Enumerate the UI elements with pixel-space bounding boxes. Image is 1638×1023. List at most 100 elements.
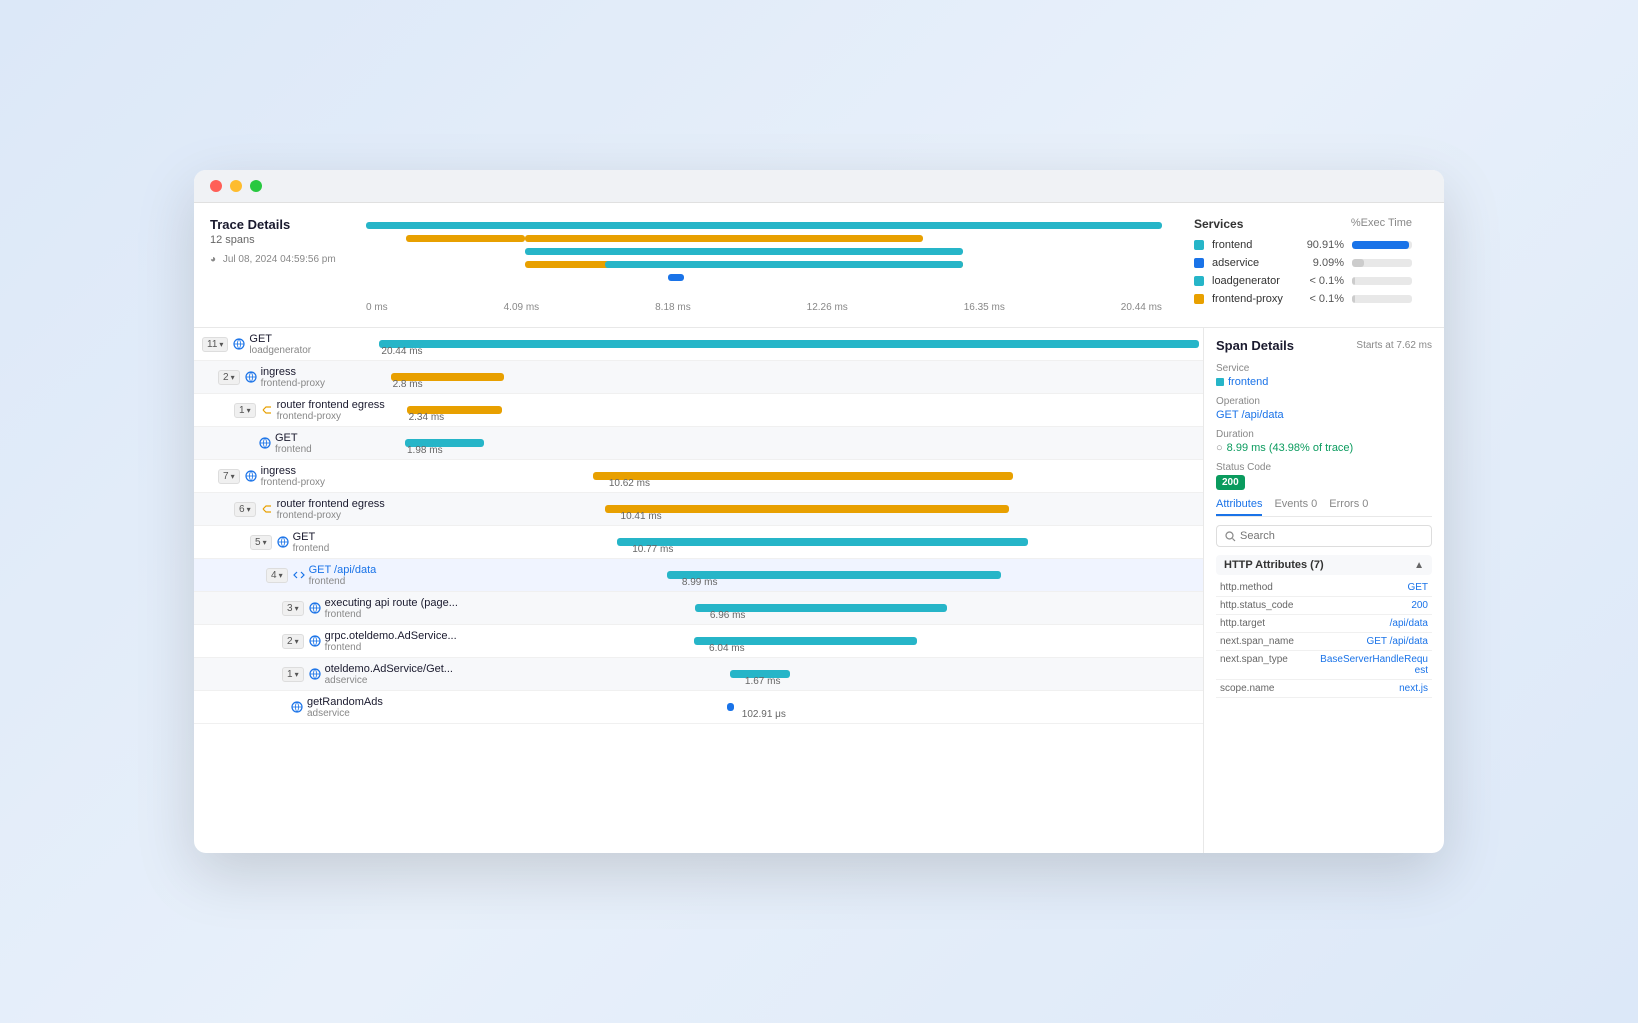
attr-row-method: http.method GET	[1216, 579, 1432, 597]
span-timeline-10: 6.04 ms	[457, 625, 1199, 657]
span-name-4: GET frontend	[275, 432, 405, 455]
attr-group-header[interactable]: HTTP Attributes (7) ▲	[1216, 555, 1432, 575]
service-pct-loadgenerator: < 0.1%	[1304, 275, 1344, 287]
service-name-loadgenerator: loadgenerator	[1212, 275, 1296, 287]
tab-events[interactable]: Events 0	[1274, 498, 1317, 516]
ov-bar-4	[525, 248, 963, 255]
span-row-12: getRandomAds adservice 102.91 μs	[194, 691, 1203, 724]
globe-icon-12	[290, 700, 304, 714]
span-starts-at: Starts at 7.62 ms	[1356, 340, 1432, 351]
span-bar-5	[593, 472, 1013, 480]
span-indent-10: 2 ▾ grpc.oteldemo.AdService... fron	[198, 630, 457, 653]
span-count-9[interactable]: 3 ▾	[282, 601, 304, 616]
span-indent-2: 2 ▾ ingress frontend-proxy	[198, 366, 391, 389]
service-row-frontend: frontend 90.91%	[1194, 239, 1412, 251]
services-list: frontend 90.91% adservice 9.09%	[1194, 239, 1412, 305]
span-count-3[interactable]: 1 ▾	[234, 403, 256, 418]
service-pct-frontend-proxy: < 0.1%	[1304, 293, 1344, 305]
ov-bar-6	[605, 261, 963, 268]
route-icon-2	[260, 502, 274, 516]
browser-window: Trace Details 12 spans ◕ Jul 08, 2024 04…	[194, 170, 1444, 853]
span-row-7: 5 ▾ GET frontend	[194, 526, 1203, 559]
detail-duration: Duration ○ 8.99 ms (43.98% of trace)	[1216, 429, 1432, 454]
span-count-11[interactable]: 1 ▾	[282, 667, 304, 682]
span-duration-3: 2.34 ms	[409, 412, 445, 423]
search-input[interactable]	[1240, 530, 1423, 542]
span-details-panel: Span Details Starts at 7.62 ms Service f…	[1204, 328, 1444, 853]
trace-timestamp: ◕ Jul 08, 2024 04:59:56 pm	[210, 254, 350, 265]
span-duration-6: 10.41 ms	[621, 511, 662, 522]
trace-overview: Trace Details 12 spans ◕ Jul 08, 2024 04…	[194, 203, 1444, 328]
span-count-10[interactable]: 2 ▾	[282, 634, 304, 649]
span-count-2[interactable]: 2 ▾	[218, 370, 240, 385]
dot-yellow[interactable]	[230, 180, 242, 192]
span-indent-4: GET frontend	[198, 432, 405, 455]
service-name-frontend: frontend	[1212, 239, 1296, 251]
span-name-5: ingress frontend-proxy	[261, 465, 391, 488]
service-bar-fill-loadgenerator	[1352, 277, 1355, 285]
service-dot-loadgenerator	[1194, 276, 1204, 286]
span-row-6: 6 ▾ router frontend egress frontend-prox…	[194, 493, 1203, 526]
span-name-3: router frontend egress frontend-proxy	[277, 399, 407, 422]
span-row-1: 11 ▾ GET loadgenerator	[194, 328, 1203, 361]
detail-operation: Operation GET /api/data	[1216, 396, 1432, 421]
attr-group-title: HTTP Attributes (7)	[1224, 559, 1324, 571]
span-timeline-2: 2.8 ms	[391, 361, 1199, 393]
dot-green[interactable]	[250, 180, 262, 192]
search-box[interactable]	[1216, 525, 1432, 547]
globe-icon-10	[308, 634, 322, 648]
detail-operation-value: GET /api/data	[1216, 409, 1432, 421]
services-panel: Services %Exec Time frontend 90.91%	[1178, 217, 1428, 313]
span-row-5: 7 ▾ ingress frontend-proxy	[194, 460, 1203, 493]
dot-red[interactable]	[210, 180, 222, 192]
span-indent-1: 11 ▾ GET loadgenerator	[198, 333, 379, 356]
span-timeline-5: 10.62 ms	[391, 460, 1199, 492]
trace-timeline-area: 0 ms 4.09 ms 8.18 ms 12.26 ms 16.35 ms 2…	[366, 217, 1162, 313]
span-name-2: ingress frontend-proxy	[261, 366, 391, 389]
route-icon-1	[260, 403, 274, 417]
service-bar-adservice	[1352, 259, 1412, 267]
trace-spans-count: 12 spans	[210, 234, 350, 246]
span-duration-8: 8.99 ms	[682, 577, 718, 588]
span-count-1[interactable]: 11 ▾	[202, 337, 228, 352]
tab-errors[interactable]: Errors 0	[1329, 498, 1368, 516]
service-color-dot	[1216, 378, 1224, 386]
span-timeline-1: 20.44 ms	[379, 328, 1199, 360]
ov-bar-3	[525, 235, 923, 242]
span-name-9: executing api route (page... frontend	[325, 597, 458, 620]
span-count-5[interactable]: 7 ▾	[218, 469, 240, 484]
span-count-7[interactable]: 5 ▾	[250, 535, 272, 550]
span-count-8[interactable]: 4 ▾	[266, 568, 288, 583]
span-duration-2: 2.8 ms	[393, 379, 423, 390]
span-count-6[interactable]: 6 ▾	[234, 502, 256, 517]
trace-title: Trace Details	[210, 217, 350, 232]
service-pct-adservice: 9.09%	[1304, 257, 1344, 269]
attr-row-target: http.target /api/data	[1216, 615, 1432, 633]
span-row-4: GET frontend 1.98 ms	[194, 427, 1203, 460]
service-dot-frontend	[1194, 240, 1204, 250]
span-row-8[interactable]: 4 ▾ GET /api/data frontend	[194, 559, 1203, 592]
detail-status-code-label: Status Code	[1216, 462, 1432, 473]
chevron-up-icon: ▲	[1414, 560, 1424, 571]
globe-icon-5	[244, 469, 258, 483]
globe-icon-11	[308, 667, 322, 681]
spans-list: 11 ▾ GET loadgenerator	[194, 328, 1204, 853]
tab-attributes[interactable]: Attributes	[1216, 498, 1262, 516]
code-icon-8	[292, 568, 306, 582]
detail-operation-label: Operation	[1216, 396, 1432, 407]
globe-icon-1	[232, 337, 246, 351]
span-bar-6	[605, 505, 1009, 513]
span-bar-1	[379, 340, 1199, 348]
service-name-frontend-proxy: frontend-proxy	[1212, 293, 1296, 305]
span-indent-12: getRandomAds adservice	[198, 696, 437, 719]
service-dot-adservice	[1194, 258, 1204, 268]
span-name-8: GET /api/data frontend	[309, 564, 439, 587]
span-indent-5: 7 ▾ ingress frontend-proxy	[198, 465, 391, 488]
services-header: Services %Exec Time	[1194, 217, 1412, 231]
span-row-11: 1 ▾ oteldemo.AdService/Get... adser	[194, 658, 1203, 691]
service-row-loadgenerator: loadgenerator < 0.1%	[1194, 275, 1412, 287]
globe-icon-9	[308, 601, 322, 615]
span-indent-6: 6 ▾ router frontend egress frontend-prox…	[198, 498, 407, 521]
span-indent-8: 4 ▾ GET /api/data frontend	[198, 564, 439, 587]
tabs-row: Attributes Events 0 Errors 0	[1216, 498, 1432, 517]
